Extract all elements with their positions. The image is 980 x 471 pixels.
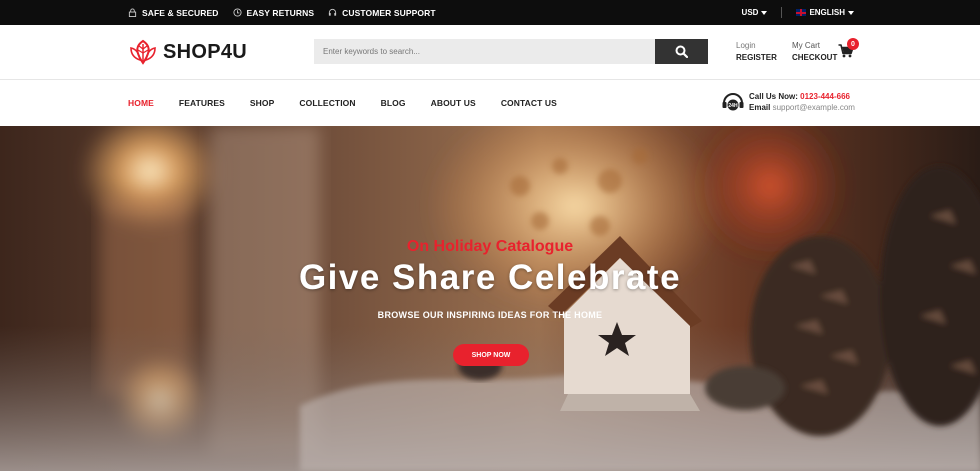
feature-label: EASY RETURNS [246, 7, 315, 18]
headset-icon [329, 8, 337, 16]
hero-banner: On Holiday Catalogue Give Share Celebrat… [0, 126, 980, 471]
feature-customer-support: CUSTOMER SUPPORT [328, 8, 436, 18]
search-input[interactable] [314, 39, 655, 64]
search-button[interactable] [655, 39, 708, 64]
phone-number[interactable]: 0123-444-666 [800, 92, 850, 101]
account-links: Login REGISTER [736, 40, 777, 64]
feature-safe-secured: SAFE & SECURED [128, 8, 219, 18]
cart-count-badge: 0 [847, 38, 859, 50]
return-icon [232, 8, 242, 17]
logo[interactable]: SHOP4U [128, 39, 247, 65]
search-bar [314, 39, 708, 64]
support-24h-icon: 24H [722, 93, 744, 111]
header: SHOP4U Login REGISTER My Cart CHECKOUT 0 [0, 25, 980, 80]
nav-item-contact-us[interactable]: CONTACT US [501, 98, 557, 108]
cart-label[interactable]: My Cart [792, 40, 837, 52]
register-link[interactable]: REGISTER [736, 52, 777, 64]
search-icon [675, 45, 688, 58]
login-link[interactable]: Login [736, 40, 777, 52]
top-bar: SAFE & SECURED EASY RETURNS CUSTOMER SUP… [0, 0, 980, 25]
hero-title: Give Share Celebrate [298, 258, 682, 297]
email-address[interactable]: support@example.com [773, 103, 855, 112]
logo-text: SHOP4U [163, 40, 248, 63]
feature-easy-returns: EASY RETURNS [232, 7, 315, 18]
email-label: Email [749, 103, 771, 112]
shop-now-button[interactable]: SHOP NOW [453, 344, 529, 366]
top-features: SAFE & SECURED EASY RETURNS CUSTOMER SUP… [128, 0, 436, 25]
feature-label: CUSTOMER SUPPORT [342, 7, 436, 18]
badge-24h-text: 24H [728, 103, 738, 109]
currency-value: USD [741, 8, 759, 17]
leaf-logo-icon [130, 39, 156, 65]
call-line: Call Us Now: 0123-444-666 [749, 91, 855, 102]
email-line: Email support@example.com [749, 102, 855, 113]
nav-menu: HOME FEATURES SHOP COLLECTION BLOG ABOUT… [128, 80, 582, 126]
nav-item-home[interactable]: HOME [128, 98, 154, 108]
checkout-link[interactable]: CHECKOUT [792, 52, 837, 64]
divider [781, 7, 783, 18]
hero-subtitle: On Holiday Catalogue [406, 238, 574, 255]
nav-item-blog[interactable]: BLOG [381, 98, 406, 108]
top-selectors: USD ENGLISH [742, 0, 854, 25]
language-value: ENGLISH [809, 8, 845, 17]
contact-info: 24H Call Us Now: 0123-444-666 Email supp… [721, 91, 855, 115]
contact-lines: Call Us Now: 0123-444-666 Email support@… [749, 91, 855, 115]
call-label: Call Us Now: [749, 92, 798, 101]
hero-background-image [0, 126, 980, 471]
currency-selector[interactable]: USD [742, 8, 768, 17]
nav-item-about-us[interactable]: ABOUT US [431, 98, 476, 108]
nav-item-collection[interactable]: COLLECTION [299, 98, 355, 108]
hero-description: BROWSE OUR INSPIRING IDEAS FOR THE HOME [377, 310, 603, 320]
language-selector[interactable]: ENGLISH [796, 8, 854, 17]
chevron-down-icon [848, 10, 854, 15]
chevron-down-icon [761, 10, 768, 15]
uk-flag-icon [796, 9, 807, 16]
cart-links: My Cart CHECKOUT [792, 40, 837, 64]
nav-item-shop[interactable]: SHOP [250, 98, 275, 108]
main-navigation: HOME FEATURES SHOP COLLECTION BLOG ABOUT… [0, 80, 980, 126]
feature-label: SAFE & SECURED [142, 7, 219, 18]
lock-icon [128, 8, 137, 17]
nav-item-features[interactable]: FEATURES [179, 98, 225, 108]
